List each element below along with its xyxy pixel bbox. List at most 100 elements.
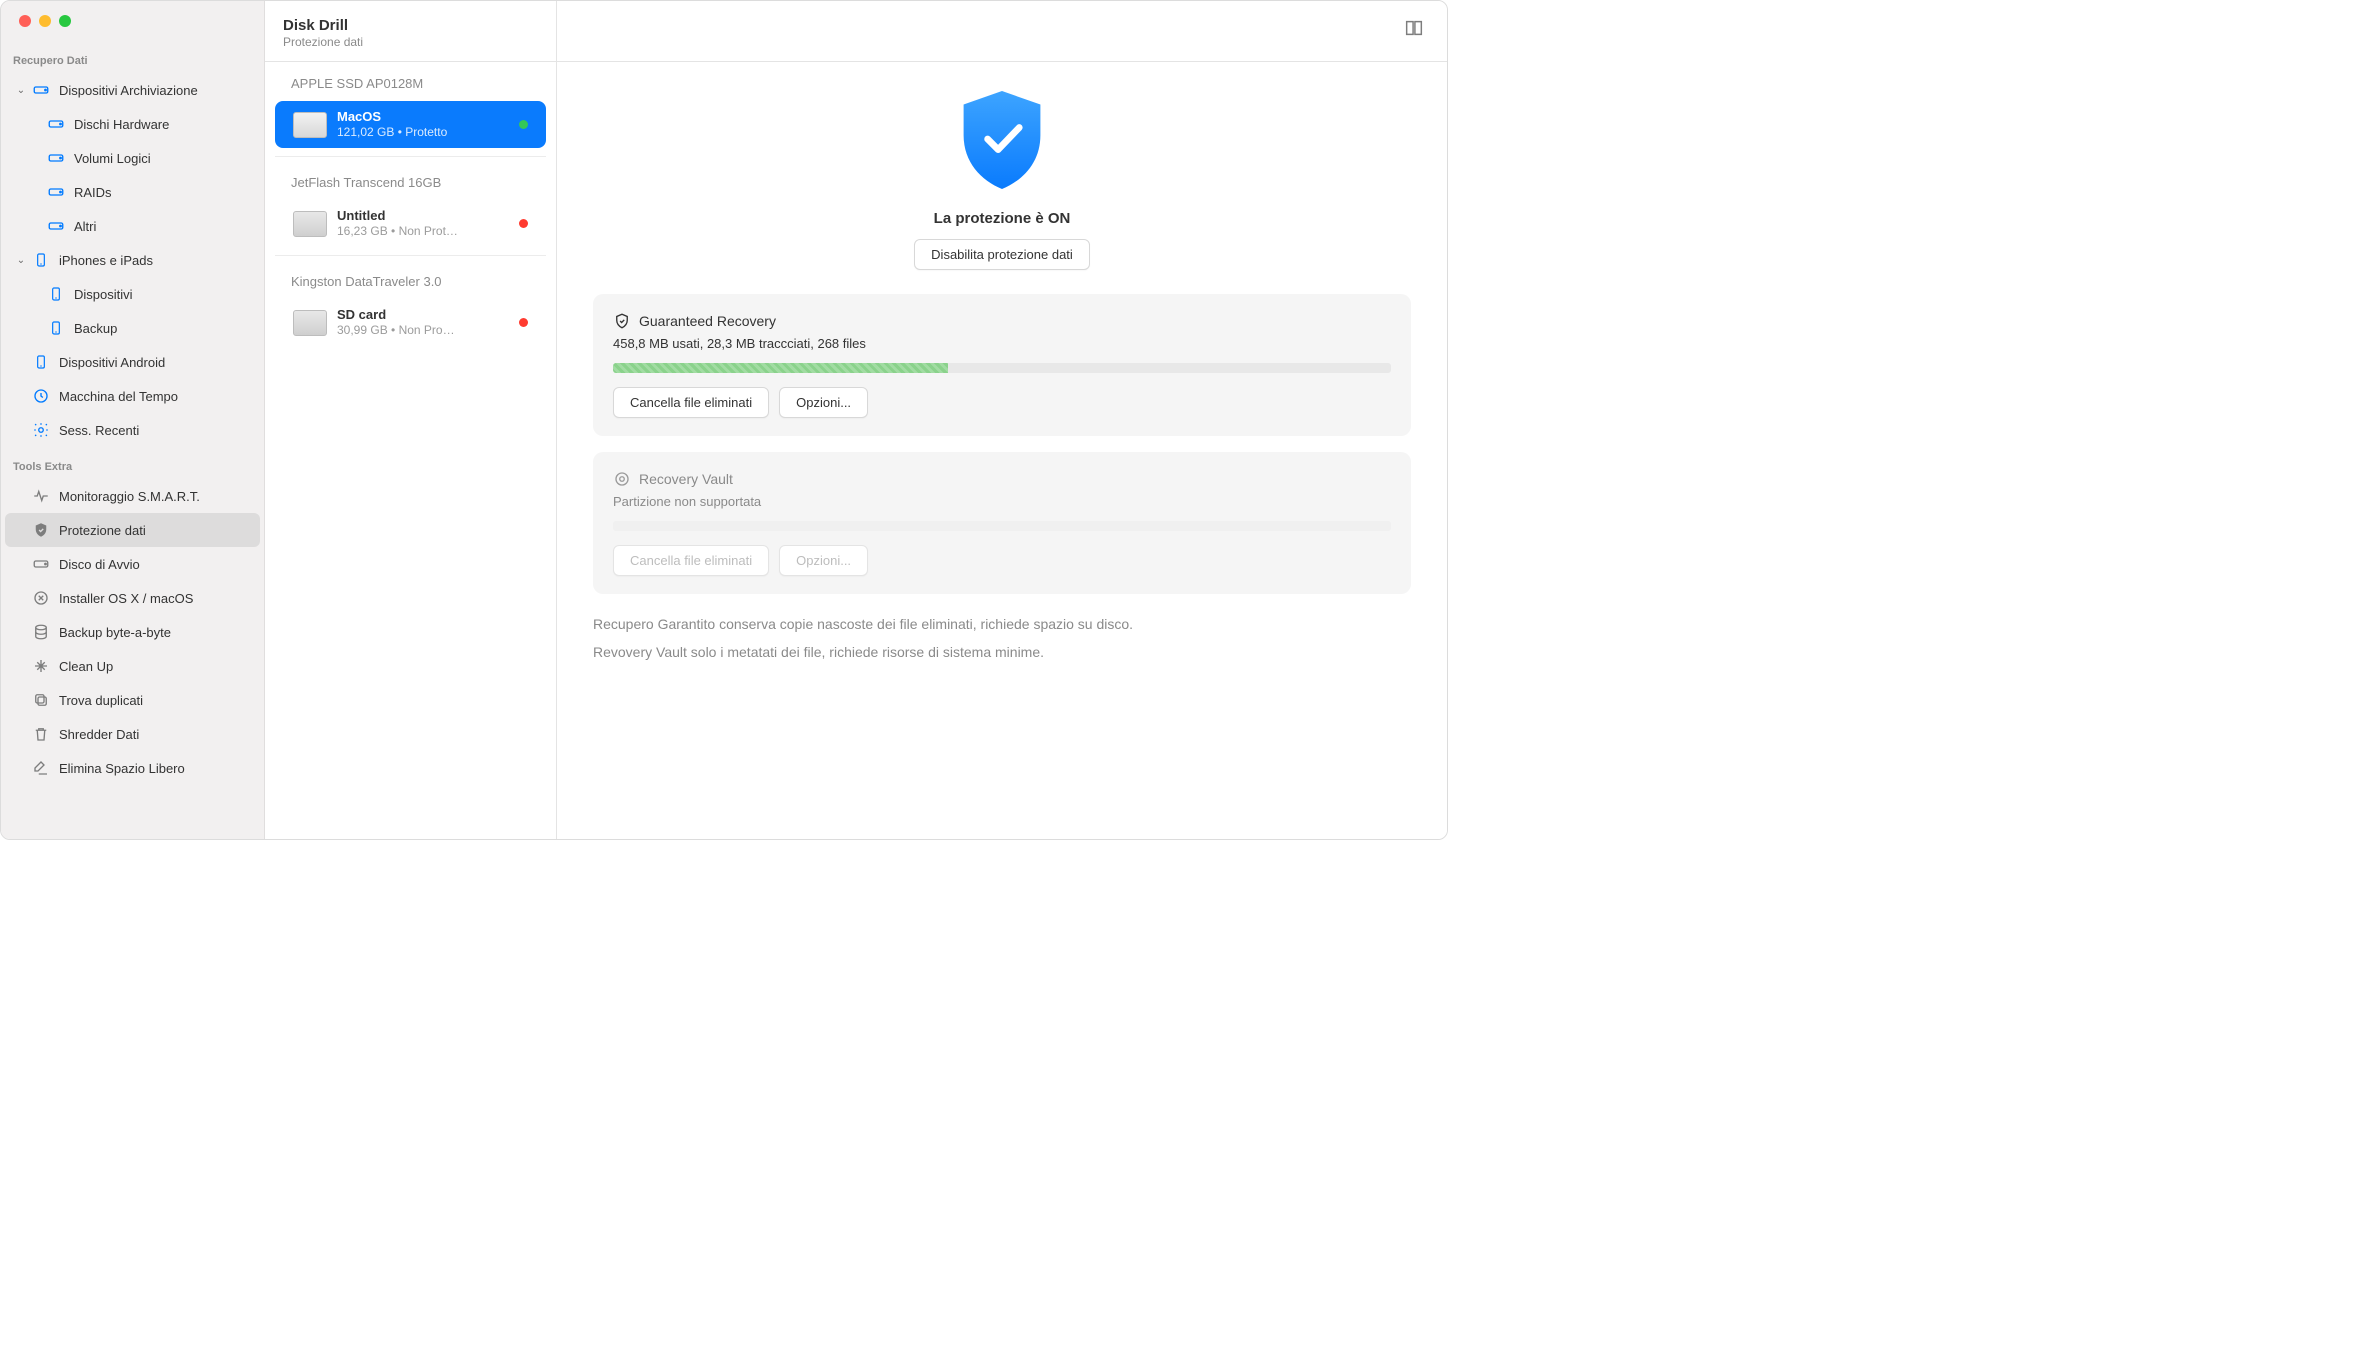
- sidebar-item-hardware-disks[interactable]: Dischi Hardware: [5, 107, 260, 141]
- sidebar-item-label: Macchina del Tempo: [59, 389, 252, 404]
- shield-check-icon: [954, 86, 1050, 194]
- phone-icon: [47, 319, 65, 337]
- sidebar-item-iphones[interactable]: ⌄ iPhones e iPads: [5, 243, 260, 277]
- sidebar-item-logical-volumes[interactable]: Volumi Logici: [5, 141, 260, 175]
- sidebar-item-erase-free[interactable]: Elimina Spazio Libero: [5, 751, 260, 785]
- app-title: Disk Drill: [283, 17, 538, 34]
- maximize-icon[interactable]: [59, 15, 71, 27]
- app-subtitle: Protezione dati: [283, 35, 538, 49]
- disk-icon: [293, 112, 327, 138]
- sidebar-item-backup[interactable]: Backup: [5, 311, 260, 345]
- device-name: SD card: [337, 307, 511, 323]
- sidebar-item-label: Dischi Hardware: [74, 117, 252, 132]
- device-sub: 121,02 GB • Protetto: [337, 125, 511, 140]
- sidebar-item-devices[interactable]: Dispositivi: [5, 277, 260, 311]
- sidebar-item-cleanup[interactable]: Clean Up: [5, 649, 260, 683]
- sidebar-section-recovery: Recupero Dati: [1, 41, 264, 73]
- minimize-icon[interactable]: [39, 15, 51, 27]
- guaranteed-recovery-panel: Guaranteed Recovery 458,8 MB usati, 28,3…: [593, 294, 1411, 436]
- device-panel: Disk Drill Protezione dati APPLE SSD AP0…: [265, 1, 557, 839]
- sidebar-item-label: Installer OS X / macOS: [59, 591, 252, 606]
- panel-stats: 458,8 MB usati, 28,3 MB traccciati, 268 …: [613, 336, 1391, 351]
- options-button: Opzioni...: [779, 545, 868, 576]
- sidebar-item-label: Trova duplicati: [59, 693, 252, 708]
- sidebar-section-tools: Tools Extra: [1, 447, 264, 479]
- sidebar-item-protection[interactable]: Protezione dati: [5, 513, 260, 547]
- activity-icon: [32, 487, 50, 505]
- sidebar-item-label: Backup byte-a-byte: [59, 625, 252, 640]
- sidebar-item-label: iPhones e iPads: [59, 253, 252, 268]
- sidebar-item-bootdisk[interactable]: Disco di Avvio: [5, 547, 260, 581]
- sidebar-item-label: Protezione dati: [59, 523, 252, 538]
- close-icon[interactable]: [19, 15, 31, 27]
- device-group-header: APPLE SSD AP0128M: [265, 62, 556, 101]
- footnote: Recupero Garantito conserva copie nascos…: [593, 610, 1411, 666]
- shield-icon: [32, 521, 50, 539]
- device-text: SD card 30,99 GB • Non Pro…: [337, 307, 511, 338]
- drive-icon: [32, 555, 50, 573]
- sidebar-item-smart[interactable]: Monitoraggio S.M.A.R.T.: [5, 479, 260, 513]
- panel-stats: Partizione non supportata: [613, 494, 1391, 509]
- sidebar: Recupero Dati ⌄ Dispositivi Archiviazion…: [1, 1, 265, 839]
- disable-protection-button[interactable]: Disabilita protezione dati: [914, 239, 1090, 270]
- trash-icon: [32, 725, 50, 743]
- device-item-untitled[interactable]: Untitled 16,23 GB • Non Prot…: [275, 200, 546, 247]
- options-button[interactable]: Opzioni...: [779, 387, 868, 418]
- shield-outline-icon: [613, 312, 631, 330]
- panel-title: Guaranteed Recovery: [639, 313, 776, 329]
- device-text: Untitled 16,23 GB • Non Prot…: [337, 208, 511, 239]
- main-content: La protezione è ON Disabilita protezione…: [557, 1, 1447, 839]
- drive-icon: [32, 81, 50, 99]
- sidebar-item-android[interactable]: Dispositivi Android: [5, 345, 260, 379]
- drive-icon: [47, 149, 65, 167]
- device-list: APPLE SSD AP0128M MacOS 121,02 GB • Prot…: [265, 61, 556, 346]
- drive-icon: [47, 217, 65, 235]
- sidebar-item-installer[interactable]: Installer OS X / macOS: [5, 581, 260, 615]
- database-icon: [32, 623, 50, 641]
- sidebar-item-label: Disco di Avvio: [59, 557, 252, 572]
- sidebar-item-label: Dispositivi Archiviazione: [59, 83, 252, 98]
- app-window: Recupero Dati ⌄ Dispositivi Archiviazion…: [0, 0, 1448, 840]
- device-sub: 30,99 GB • Non Pro…: [337, 323, 511, 338]
- device-item-sdcard[interactable]: SD card 30,99 GB • Non Pro…: [275, 299, 546, 346]
- sidebar-item-shredder[interactable]: Shredder Dati: [5, 717, 260, 751]
- gear-icon: [32, 421, 50, 439]
- disk-icon: [293, 310, 327, 336]
- phone-icon: [32, 353, 50, 371]
- sidebar-item-label: Dispositivi Android: [59, 355, 252, 370]
- sidebar-item-label: Volumi Logici: [74, 151, 252, 166]
- delete-files-button[interactable]: Cancella file eliminati: [613, 387, 769, 418]
- vault-progress: [613, 521, 1391, 531]
- clock-icon: [32, 387, 50, 405]
- footnote-line: Recupero Garantito conserva copie nascos…: [593, 610, 1411, 638]
- delete-files-button: Cancella file eliminati: [613, 545, 769, 576]
- sidebar-item-other[interactable]: Altri: [5, 209, 260, 243]
- disk-icon: [293, 211, 327, 237]
- sidebar-item-label: Shredder Dati: [59, 727, 252, 742]
- sidebar-item-label: Backup: [74, 321, 252, 336]
- help-icon[interactable]: [1403, 17, 1425, 42]
- sidebar-item-sessions[interactable]: Sess. Recenti: [5, 413, 260, 447]
- drive-icon: [47, 183, 65, 201]
- protection-hero: La protezione è ON Disabilita protezione…: [593, 80, 1411, 294]
- sidebar-item-duplicates[interactable]: Trova duplicati: [5, 683, 260, 717]
- panel-header: Guaranteed Recovery: [613, 312, 1391, 330]
- panel-header: Recovery Vault: [613, 470, 1391, 488]
- copy-icon: [32, 691, 50, 709]
- sidebar-item-timemachine[interactable]: Macchina del Tempo: [5, 379, 260, 413]
- device-item-macos[interactable]: MacOS 121,02 GB • Protetto: [275, 101, 546, 148]
- x-circle-icon: [32, 589, 50, 607]
- sidebar-item-label: Elimina Spazio Libero: [59, 761, 252, 776]
- sidebar-item-storage[interactable]: ⌄ Dispositivi Archiviazione: [5, 73, 260, 107]
- status-dot-icon: [519, 219, 528, 228]
- drive-icon: [47, 115, 65, 133]
- phone-icon: [32, 251, 50, 269]
- footnote-line: Revovery Vault solo i metatati dei file,…: [593, 638, 1411, 666]
- sidebar-item-raids[interactable]: RAIDs: [5, 175, 260, 209]
- sparkle-icon: [32, 657, 50, 675]
- sidebar-item-label: Dispositivi: [74, 287, 252, 302]
- divider: [275, 255, 546, 256]
- chevron-down-icon: ⌄: [15, 255, 27, 266]
- titlebar: Disk Drill Protezione dati: [265, 1, 556, 61]
- sidebar-item-bytebackup[interactable]: Backup byte-a-byte: [5, 615, 260, 649]
